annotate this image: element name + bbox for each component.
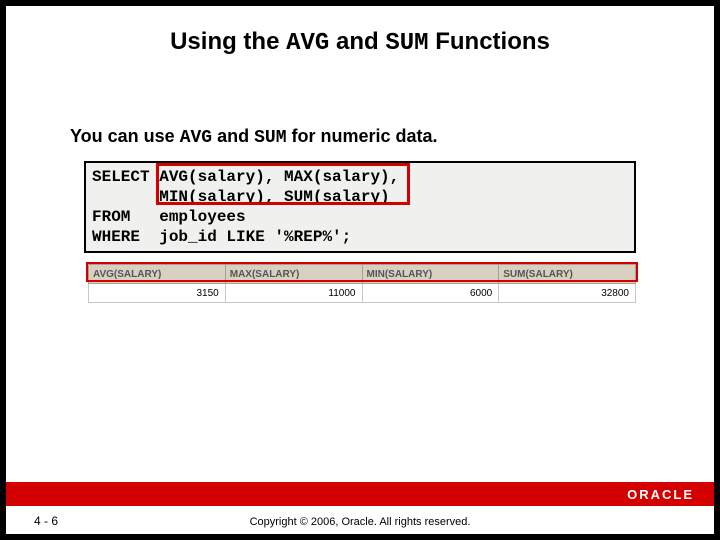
sql-code-block: SELECT AVG(salary), MAX(salary), MIN(sal… <box>84 161 636 253</box>
oracle-logo-text: ORACLE <box>627 487 694 502</box>
table-row: 3150 11000 6000 32800 <box>89 284 636 303</box>
subtitle-fn-sum: SUM <box>254 128 286 148</box>
title-text-pre: Using the <box>170 28 286 55</box>
slide-title: Using the AVG and SUM Functions <box>6 28 714 57</box>
cell-max-salary: 11000 <box>225 284 362 303</box>
subtitle-text-pre: You can use <box>70 126 180 146</box>
title-fn-avg: AVG <box>286 30 329 57</box>
code-line-2: MIN(salary), SUM(salary) <box>92 188 390 206</box>
code-line-3: FROM employees <box>92 208 246 226</box>
code-line-4: WHERE job_id LIKE '%REP%'; <box>92 228 351 246</box>
col-min-salary: MIN(SALARY) <box>362 265 499 284</box>
table-header-row: AVG(SALARY) MAX(SALARY) MIN(SALARY) SUM(… <box>89 265 636 284</box>
slide: Using the AVG and SUM Functions You can … <box>6 6 714 534</box>
copyright-text: Copyright © 2006, Oracle. All rights res… <box>6 516 714 528</box>
title-text-post: Functions <box>429 28 550 55</box>
code-line-1: SELECT AVG(salary), MAX(salary), <box>92 168 399 186</box>
col-avg-salary: AVG(SALARY) <box>89 265 226 284</box>
cell-avg-salary: 3150 <box>89 284 226 303</box>
subtitle-fn-avg: AVG <box>180 128 212 148</box>
slide-subtitle: You can use AVG and SUM for numeric data… <box>70 126 438 148</box>
query-result-table: AVG(SALARY) MAX(SALARY) MIN(SALARY) SUM(… <box>88 264 636 303</box>
cell-min-salary: 6000 <box>362 284 499 303</box>
subtitle-text-post: for numeric data. <box>287 126 438 146</box>
cell-sum-salary: 32800 <box>499 284 636 303</box>
oracle-logo: ORACLE <box>621 482 700 506</box>
title-fn-sum: SUM <box>385 30 428 57</box>
col-sum-salary: SUM(SALARY) <box>499 265 636 284</box>
col-max-salary: MAX(SALARY) <box>225 265 362 284</box>
title-text-mid: and <box>329 28 385 55</box>
footer-bar <box>6 482 714 506</box>
subtitle-text-mid: and <box>212 126 254 146</box>
